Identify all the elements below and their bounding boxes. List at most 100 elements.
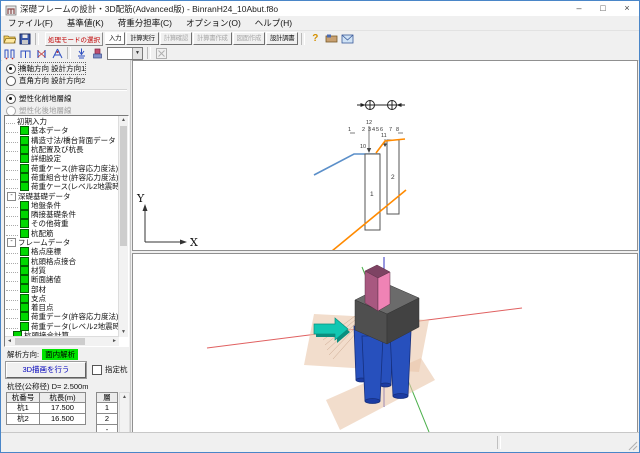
tree-connector	[6, 203, 18, 208]
pile-table-row-0: 杭117.500	[6, 403, 86, 414]
tree-item-16[interactable]: 材質	[6, 266, 118, 275]
radio-dot	[6, 76, 16, 86]
toolbar-separator	[67, 47, 71, 59]
tree-item-18[interactable]: 部材	[6, 284, 118, 293]
tree-connector	[6, 296, 18, 301]
model-3d-panel[interactable]	[132, 253, 638, 433]
bearing-symbols	[357, 100, 405, 110]
mail-icon[interactable]	[340, 32, 354, 45]
tree-connector	[6, 324, 18, 329]
tree-item-15[interactable]: 杭頭格点接合	[6, 256, 118, 265]
radio-strata-before[interactable]: 塑性化前地層線	[6, 93, 72, 104]
app-window: 深礎フレームの設計・3D配筋(Advanced版) - BinranH24_10…	[0, 0, 640, 453]
collapse-icon[interactable]: -	[7, 192, 16, 201]
check-icon	[20, 219, 29, 228]
checkbox-box[interactable]	[92, 365, 102, 375]
scroll-down-icon[interactable]: ▼	[119, 328, 128, 337]
radio-dot-disabled	[6, 106, 16, 116]
tree-item-17[interactable]: 断面諸値	[6, 275, 118, 284]
scroll-up-icon[interactable]: ▲	[119, 116, 128, 125]
toolbar-separator	[35, 33, 39, 45]
tree-item-13[interactable]: -フレームデータ	[6, 238, 118, 247]
menu-item-3[interactable]: オプション(O)	[179, 17, 248, 29]
tree-connector	[6, 286, 18, 291]
check-icon	[20, 201, 29, 210]
menu-item-2[interactable]: 荷重分担率(C)	[111, 17, 179, 29]
chevron-down-icon[interactable]: ▼	[132, 48, 142, 59]
toolbar-button-0[interactable]: 入力	[105, 32, 125, 45]
draw-3d-button[interactable]: 3D描画を行う	[6, 362, 86, 378]
close-button[interactable]: ×	[615, 1, 639, 16]
check-icon	[20, 154, 29, 163]
elevation-drawing: Y X	[133, 61, 637, 250]
app-icon	[5, 3, 17, 14]
radio-direction-2[interactable]: 直角方向 設計方向2	[6, 75, 85, 86]
window-controls: – □ ×	[567, 1, 639, 16]
tree-connector	[6, 166, 18, 171]
scroll-up-icon[interactable]: ▲	[120, 393, 129, 402]
dim-label-11: 11	[381, 133, 387, 139]
resize-grip[interactable]	[626, 439, 638, 451]
mode-select-label: 処理モードの選択	[45, 32, 103, 46]
pile-length-cell: 16.500	[40, 414, 86, 425]
radio-direction-1[interactable]: 橋軸方向 設計方向1	[6, 63, 85, 74]
dim-label-2: 2	[362, 127, 365, 133]
pier-icon[interactable]	[90, 47, 104, 60]
radio-dot-selected	[6, 64, 16, 74]
tree-item-19[interactable]: 支点	[6, 294, 118, 303]
scroll-left-icon[interactable]: ◄	[5, 337, 14, 346]
maximize-button[interactable]: □	[591, 1, 615, 16]
title-bar: 深礎フレームの設計・3D配筋(Advanced版) - BinranH24_10…	[1, 1, 639, 16]
check-icon	[20, 164, 29, 173]
pile-table-body: 杭117.500杭216.500	[6, 403, 86, 425]
toolbar-main: 処理モードの選択 入力計算実行計算確認計算書作成図面作成設計調書 ?	[1, 31, 639, 46]
pile-length-header: 杭長(m)	[40, 392, 86, 403]
dim-label-3: 3	[368, 127, 371, 133]
pile-no-header: 杭番号	[6, 392, 40, 403]
tree-vertical-scrollbar[interactable]: ▲ ▼	[118, 116, 128, 337]
specified-pile-checkbox[interactable]: 指定杭	[92, 364, 128, 375]
check-icon	[20, 284, 29, 293]
tree-connector	[6, 221, 18, 226]
scroll-right-icon[interactable]: ►	[110, 337, 119, 346]
scale-combobox[interactable]: ▼	[107, 47, 143, 60]
radio-direction-2-label: 直角方向 設計方向2	[19, 75, 85, 86]
elevation-view-panel[interactable]: Y X	[132, 60, 638, 251]
tree-item-3[interactable]: 杭配置及び杭長	[6, 145, 118, 154]
check-icon	[20, 294, 29, 303]
reference-icon[interactable]	[324, 32, 338, 45]
frame-view-icon-4[interactable]	[50, 47, 64, 60]
dim-label-4: 4	[372, 127, 375, 133]
tree-connector	[6, 212, 18, 217]
scrollbar-thumb[interactable]	[15, 338, 85, 345]
toolbar-button-1[interactable]: 計算実行	[126, 32, 158, 45]
tree-connector	[6, 156, 18, 161]
menu-item-4[interactable]: ヘルプ(H)	[248, 17, 299, 29]
tree-connector	[6, 277, 18, 282]
save-icon[interactable]	[18, 32, 32, 45]
input-tree: 初期入力基本データ構造寸法/橋台背面データ杭配置及び杭長詳細設定荷重ケース(許容…	[4, 115, 129, 347]
layer-header: 層	[96, 392, 118, 403]
frame-view-icon-3[interactable]	[34, 47, 48, 60]
help-icon[interactable]: ?	[308, 32, 322, 45]
minimize-button[interactable]: –	[567, 1, 591, 16]
toolbar-button-5[interactable]: 設計調書	[266, 32, 298, 45]
menu-item-1[interactable]: 基準値(K)	[60, 17, 111, 29]
scrollbar-thumb[interactable]	[120, 126, 127, 246]
menu-item-0[interactable]: ファイル(F)	[1, 17, 60, 29]
pile-no-cell: 杭2	[6, 414, 40, 425]
tree-horizontal-scrollbar[interactable]: ◄ ►	[5, 336, 119, 346]
model-3d-drawing	[133, 254, 637, 432]
collapse-icon[interactable]: -	[7, 238, 16, 247]
check-icon	[20, 173, 29, 182]
tree-item-8[interactable]: -深礎基礎データ	[6, 191, 118, 200]
frame-view-icon-1[interactable]	[2, 47, 16, 60]
axis-y-label: Y	[136, 192, 145, 205]
open-file-icon[interactable]	[2, 32, 16, 45]
support-icon[interactable]	[74, 47, 88, 60]
tree-connector	[6, 259, 18, 264]
axis-x-label: X	[190, 236, 198, 249]
tree-connector	[6, 175, 18, 180]
frame-view-icon-2[interactable]	[18, 47, 32, 60]
tree-item-11[interactable]: その他荷重	[6, 219, 118, 228]
